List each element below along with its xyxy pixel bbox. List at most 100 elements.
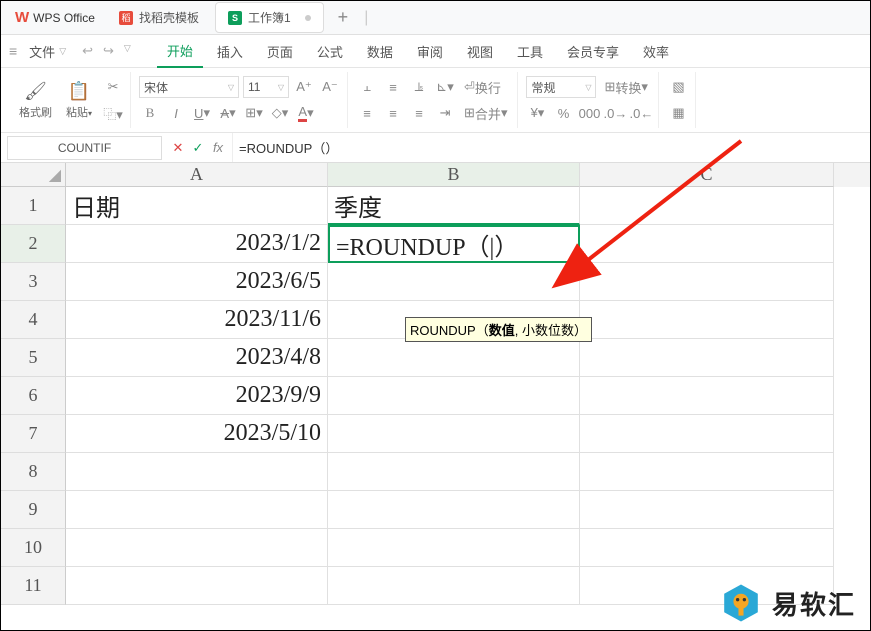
column-header-B[interactable]: B (328, 163, 580, 187)
row-header-2[interactable]: 2 (1, 225, 66, 263)
menu-formula[interactable]: 公式 (307, 36, 353, 67)
orientation-icon[interactable]: ⊾▾ (434, 76, 456, 98)
convert-button[interactable]: ⊞转换▾ (600, 76, 651, 98)
align-right-icon[interactable]: ≡ (408, 102, 430, 124)
row-header-11[interactable]: 11 (1, 567, 66, 605)
percent-icon[interactable]: % (552, 102, 574, 124)
undo-icon[interactable]: ↩ (82, 43, 93, 59)
comma-icon[interactable]: 000 (578, 102, 600, 124)
italic-button[interactable]: I (165, 102, 187, 124)
cell-C6[interactable] (580, 377, 834, 415)
menu-data[interactable]: 数据 (357, 36, 403, 67)
redo-icon[interactable]: ↪ (103, 43, 114, 59)
formula-input[interactable]: =ROUNDUP（） (232, 133, 870, 162)
menu-insert[interactable]: 插入 (207, 36, 253, 67)
cancel-icon[interactable]: ✕ (168, 140, 188, 156)
wrap-button[interactable]: ⏎换行 (460, 76, 505, 98)
cell-C9[interactable] (580, 491, 834, 529)
tab-workbook[interactable]: S 工作簿1 (215, 2, 324, 33)
cut-icon[interactable]: ✂ (102, 76, 124, 98)
row-header-5[interactable]: 5 (1, 339, 66, 377)
increase-font-icon[interactable]: A⁺ (293, 76, 315, 98)
cell-B2-editing[interactable]: =ROUNDUP（|） (328, 225, 580, 263)
menu-efficiency[interactable]: 效率 (633, 36, 679, 67)
decrease-decimal-icon[interactable]: .0← (630, 102, 652, 124)
styles-icon[interactable]: ▧ (667, 76, 689, 98)
cell-C1[interactable] (580, 187, 834, 225)
decrease-font-icon[interactable]: A⁻ (319, 76, 341, 98)
increase-decimal-icon[interactable]: .0→ (604, 102, 626, 124)
menu-page[interactable]: 页面 (257, 36, 303, 67)
cell-A5[interactable]: 2023/4/8 (66, 339, 328, 377)
fx-icon[interactable]: fx (208, 140, 228, 155)
quick-dropdown-icon[interactable]: ▽ (124, 43, 131, 59)
hamburger-icon[interactable]: ≡ (9, 43, 17, 59)
menu-review[interactable]: 审阅 (407, 36, 453, 67)
copy-icon[interactable]: ⿻▾ (102, 102, 124, 124)
cell-C5[interactable] (580, 339, 834, 377)
currency-icon[interactable]: ¥▾ (526, 102, 548, 124)
bold-button[interactable]: B (139, 102, 161, 124)
menu-tools[interactable]: 工具 (507, 36, 553, 67)
align-middle-icon[interactable]: ≡ (382, 76, 404, 98)
align-top-icon[interactable]: ⫠ (356, 76, 378, 98)
cell-C2[interactable] (580, 225, 834, 263)
cell-A3[interactable]: 2023/6/5 (66, 263, 328, 301)
menu-start[interactable]: 开始 (157, 35, 203, 68)
align-center-icon[interactable]: ≡ (382, 102, 404, 124)
menu-file[interactable]: 文件▽ (21, 38, 74, 65)
cell-B11[interactable] (328, 567, 580, 605)
cell-B8[interactable] (328, 453, 580, 491)
column-header-A[interactable]: A (66, 163, 328, 187)
row-header-6[interactable]: 6 (1, 377, 66, 415)
underline-button[interactable]: U▾ (191, 102, 213, 124)
cell-B9[interactable] (328, 491, 580, 529)
cell-B7[interactable] (328, 415, 580, 453)
strike-button[interactable]: A▾ (217, 102, 239, 124)
select-all-corner[interactable]: ◢ (1, 163, 66, 187)
font-color-button[interactable]: A▾ (295, 102, 317, 124)
merge-button[interactable]: ⊞合并▾ (460, 102, 511, 124)
cell-B1[interactable]: 季度 (328, 187, 580, 225)
cell-A8[interactable] (66, 453, 328, 491)
cell-C7[interactable] (580, 415, 834, 453)
row-header-8[interactable]: 8 (1, 453, 66, 491)
styles-icon-2[interactable]: ▦ (667, 102, 689, 124)
font-family-select[interactable]: 宋体▽ (139, 76, 239, 98)
paste-button[interactable]: 📋 粘贴▾ (62, 79, 96, 122)
row-header-10[interactable]: 10 (1, 529, 66, 567)
row-header-1[interactable]: 1 (1, 187, 66, 225)
cell-A6[interactable]: 2023/9/9 (66, 377, 328, 415)
menu-member[interactable]: 会员专享 (557, 36, 629, 67)
cell-B6[interactable] (328, 377, 580, 415)
column-header-C[interactable]: C (580, 163, 834, 187)
cell-A4[interactable]: 2023/11/6 (66, 301, 328, 339)
font-size-select[interactable]: 11▽ (243, 76, 289, 98)
cell-A2[interactable]: 2023/1/2 (66, 225, 328, 263)
menu-view[interactable]: 视图 (457, 36, 503, 67)
cell-reference-box[interactable]: COUNTIF (7, 136, 162, 160)
cell-C8[interactable] (580, 453, 834, 491)
border-button[interactable]: ⊞▾ (243, 102, 265, 124)
cell-B5[interactable] (328, 339, 580, 377)
align-left-icon[interactable]: ≡ (356, 102, 378, 124)
tab-add-button[interactable]: + (326, 7, 361, 28)
fill-color-button[interactable]: ◇▾ (269, 102, 291, 124)
format-brush-button[interactable]: 🖌 格式刷 (15, 79, 56, 122)
cell-C4[interactable] (580, 301, 834, 339)
cell-C10[interactable] (580, 529, 834, 567)
cell-A7[interactable]: 2023/5/10 (66, 415, 328, 453)
cell-B10[interactable] (328, 529, 580, 567)
row-header-7[interactable]: 7 (1, 415, 66, 453)
row-header-9[interactable]: 9 (1, 491, 66, 529)
number-format-select[interactable]: 常规▽ (526, 76, 596, 98)
row-header-4[interactable]: 4 (1, 301, 66, 339)
row-header-3[interactable]: 3 (1, 263, 66, 301)
cell-A11[interactable] (66, 567, 328, 605)
align-bottom-icon[interactable]: ⫡ (408, 76, 430, 98)
cell-A1[interactable]: 日期 (66, 187, 328, 225)
confirm-icon[interactable]: ✓ (188, 140, 208, 156)
tab-templates[interactable]: 稻 找稻壳模板 (107, 3, 211, 32)
cell-B3[interactable] (328, 263, 580, 301)
cell-C3[interactable] (580, 263, 834, 301)
